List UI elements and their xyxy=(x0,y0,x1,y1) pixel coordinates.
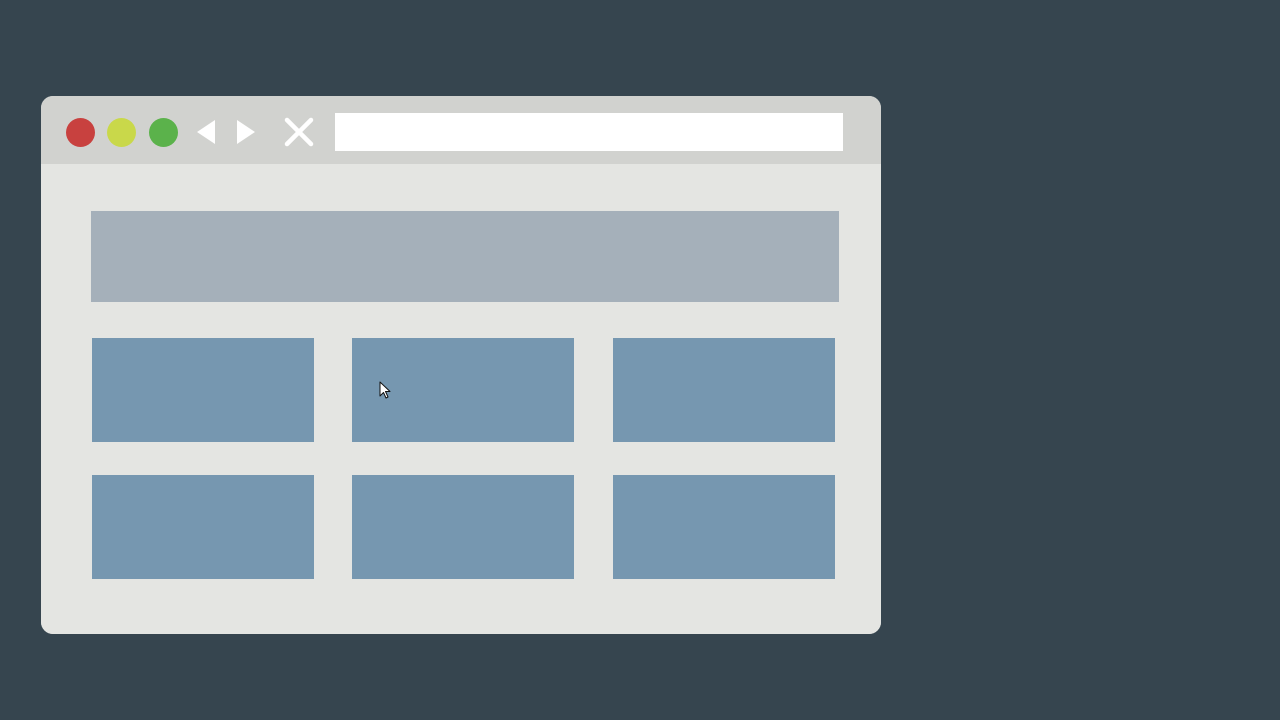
content-tile[interactable] xyxy=(613,338,835,442)
content-tile[interactable] xyxy=(92,475,314,579)
content-tile[interactable] xyxy=(352,475,574,579)
browser-window xyxy=(41,96,881,634)
content-tile[interactable] xyxy=(352,338,574,442)
page-content xyxy=(41,164,881,634)
header-banner-placeholder xyxy=(91,211,839,302)
content-tile[interactable] xyxy=(613,475,835,579)
triangle-left-icon xyxy=(197,120,215,144)
back-button[interactable] xyxy=(191,117,221,147)
forward-button[interactable] xyxy=(231,117,261,147)
content-tile[interactable] xyxy=(92,338,314,442)
stop-button[interactable] xyxy=(284,117,314,147)
address-bar-input[interactable] xyxy=(335,113,843,151)
x-icon xyxy=(284,117,314,147)
maximize-window-button[interactable] xyxy=(149,118,178,147)
browser-titlebar xyxy=(41,96,881,164)
close-window-button[interactable] xyxy=(66,118,95,147)
stage-background xyxy=(0,0,1280,720)
triangle-right-icon xyxy=(237,120,255,144)
minimize-window-button[interactable] xyxy=(107,118,136,147)
